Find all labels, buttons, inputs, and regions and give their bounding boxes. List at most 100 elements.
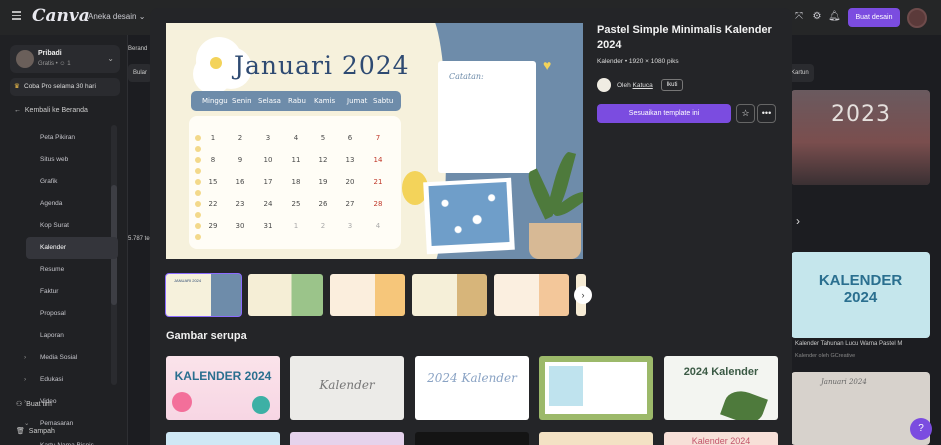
- star-icon[interactable]: ☆: [736, 104, 755, 123]
- thumbnail-page-2[interactable]: [248, 274, 323, 316]
- thumbnail-page-4[interactable]: [412, 274, 487, 316]
- sidebar-item-proposal[interactable]: Proposal: [26, 303, 118, 325]
- calendar-date: 28: [373, 200, 383, 208]
- heart-icon: ♥: [543, 57, 552, 73]
- weekday-label: Sabtu: [373, 97, 394, 105]
- customize-template-button[interactable]: Sesuaikan template ini: [597, 104, 731, 123]
- bullet-dot: [195, 201, 201, 207]
- preview-month-title: Januari 2024: [234, 51, 410, 80]
- calendar-date: 13: [345, 156, 355, 164]
- bullet-dot: [195, 190, 201, 196]
- author-link[interactable]: Katuca: [633, 82, 653, 89]
- chevron-right-icon[interactable]: ›: [574, 286, 592, 304]
- calendar-date: 21: [373, 178, 383, 186]
- sidebar-item-education[interactable]: › Edukasi: [24, 369, 118, 391]
- bell-icon[interactable]: 🔔︎: [828, 11, 841, 23]
- calendar-date: 2: [237, 134, 243, 142]
- card-title-text: KALENDER 2024: [818, 272, 903, 306]
- template-card-2023[interactable]: 2023: [791, 90, 930, 185]
- bullet-dot: [195, 223, 201, 229]
- try-pro-button[interactable]: ♛ Coba Pro selama 30 hari: [10, 78, 120, 96]
- canva-logo[interactable]: Canva: [32, 6, 90, 26]
- calendar-date: 15: [208, 178, 218, 186]
- photo-image: [428, 182, 510, 246]
- weekday-label: Senin: [232, 97, 252, 105]
- sidebar-item-social-media[interactable]: › Media Sosial: [24, 347, 118, 369]
- calendar-date: 20: [345, 178, 355, 186]
- thumbnail-page-5[interactable]: [494, 274, 569, 316]
- author-avatar[interactable]: [597, 78, 611, 92]
- arrow-left-icon: ←: [14, 107, 21, 114]
- account-switcher[interactable]: Pribadi Gratis • ☺ 1 ⌄: [10, 45, 120, 73]
- card-title-text: Januari 2024: [821, 378, 867, 386]
- thumbnail-page-1[interactable]: JANUARI 2024: [165, 273, 242, 317]
- weekday-label: Selasa: [258, 97, 281, 105]
- follow-button[interactable]: Ikuti: [661, 79, 683, 91]
- similar-template-card[interactable]: Kalender: [290, 356, 404, 420]
- more-options-icon[interactable]: •••: [757, 104, 776, 123]
- card-year-text: 2023: [831, 102, 891, 127]
- chevron-right-icon[interactable]: ›: [796, 214, 800, 228]
- calendar-date: 30: [235, 222, 245, 230]
- template-card-kalender-pastel[interactable]: KALENDER 2024: [791, 252, 930, 338]
- back-to-home-link[interactable]: ← Kembali ke Beranda: [14, 107, 88, 114]
- sidebar-item-business-card[interactable]: Kartu Nama Bisnis: [26, 435, 118, 445]
- similar-template-card[interactable]: [415, 432, 529, 445]
- similar-template-card[interactable]: KALENDER 2024: [166, 356, 280, 420]
- menu-icon[interactable]: [12, 11, 21, 20]
- account-plan: Gratis • ☺ 1: [38, 61, 71, 67]
- trash-icon: 🗑︎: [16, 428, 25, 435]
- help-button[interactable]: ?: [910, 418, 932, 440]
- calendar-date: 16: [235, 178, 245, 186]
- similar-template-card[interactable]: [290, 432, 404, 445]
- sidebar-item-calendar[interactable]: Kalender: [26, 237, 118, 259]
- template-caption: Kalender Tahunan Lucu Warna Pastel M: [795, 341, 903, 347]
- calendar-date: 9: [237, 156, 243, 164]
- calendar-date: 1: [293, 222, 299, 230]
- similar-template-card[interactable]: [539, 432, 653, 445]
- similar-template-card[interactable]: [539, 356, 653, 420]
- sidebar-item-agenda[interactable]: Agenda: [26, 193, 118, 215]
- template-card-januari[interactable]: Januari 2024: [791, 372, 930, 445]
- calendar-date: 3: [347, 222, 353, 230]
- trash-button[interactable]: 🗑︎ Sampah: [16, 427, 55, 435]
- try-pro-label: Coba Pro selama 30 hari: [24, 83, 96, 90]
- weekday-label: Kamis: [314, 97, 336, 105]
- similar-template-card[interactable]: 2024 Kalender: [664, 356, 778, 420]
- gear-icon[interactable]: ⚙: [811, 11, 823, 23]
- similar-template-card[interactable]: Kalender 2024: [664, 432, 778, 445]
- similar-card-title: 2024 Kalender: [683, 366, 759, 378]
- create-design-button[interactable]: Buat desain: [848, 8, 900, 27]
- chevron-down-icon: ⌄: [107, 54, 114, 63]
- sidebar-item-mind-map[interactable]: Peta Pikiran: [26, 127, 118, 149]
- sidebar-item-report[interactable]: Laporan: [26, 325, 118, 347]
- calendar-date: 3: [265, 134, 271, 142]
- create-team-button[interactable]: ⚇ Buat tim: [16, 400, 52, 408]
- sidebar-item-label: Edukasi: [40, 376, 64, 383]
- breadcrumb[interactable]: Berand: [128, 46, 147, 52]
- sidebar-item-graph[interactable]: Grafik: [26, 171, 118, 193]
- plant-pot: [529, 223, 581, 259]
- sidebar-nav: Peta Pikiran Situs web Grafik Agenda Kop…: [24, 127, 118, 445]
- sidebar-item-resume[interactable]: Resume: [26, 259, 118, 281]
- design-menu[interactable]: Aneka desain ⌄: [88, 12, 145, 21]
- similar-template-card[interactable]: 2024 Kalender: [415, 356, 529, 420]
- chevron-down-icon: ⌄: [138, 12, 146, 21]
- author-line: Oleh Katuca: [617, 82, 653, 89]
- calendar-date: 26: [318, 200, 328, 208]
- create-team-label: Buat tim: [26, 401, 52, 408]
- account-avatar: [16, 50, 34, 68]
- sidebar-item-website[interactable]: Situs web: [26, 149, 118, 171]
- template-title: Pastel Simple Minimalis Kalender 2024: [597, 24, 772, 51]
- sidebar-item-invoice[interactable]: Faktur: [26, 281, 118, 303]
- calendar-date: 24: [263, 200, 273, 208]
- chevron-right-icon: ›: [24, 376, 27, 383]
- filter-tab-left[interactable]: Bular: [128, 64, 153, 82]
- similar-template-card[interactable]: [166, 432, 280, 445]
- sidebar-item-letterhead[interactable]: Kop Surat: [26, 215, 118, 237]
- avatar[interactable]: [907, 8, 927, 28]
- thumbnail-page-3[interactable]: [330, 274, 405, 316]
- resize-icon[interactable]: ⤧: [793, 11, 805, 23]
- crown-icon: ♛: [14, 83, 20, 90]
- similar-card-title: 2024 Kalender: [427, 371, 517, 385]
